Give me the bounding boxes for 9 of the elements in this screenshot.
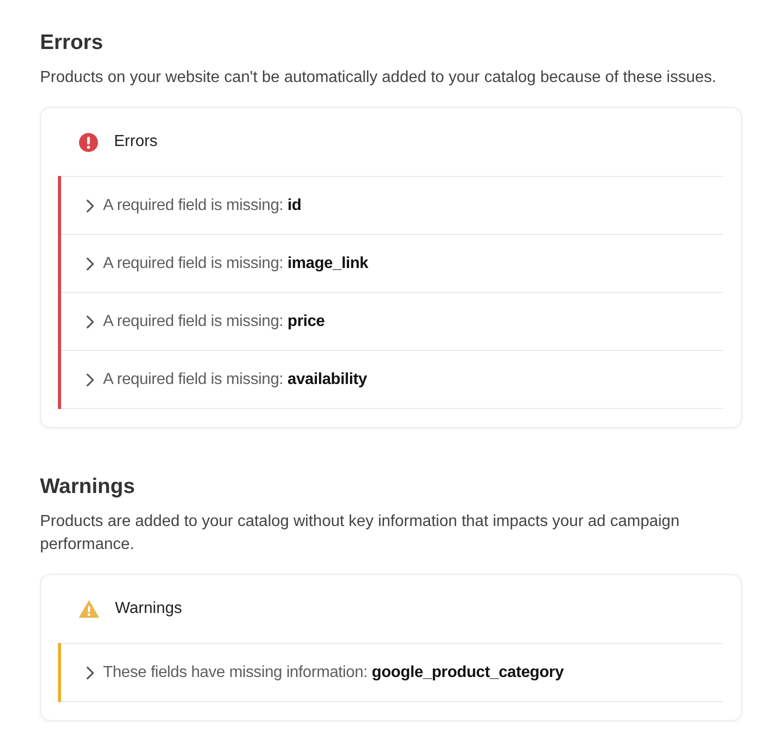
error-icon — [79, 132, 98, 152]
card-header-title: Errors — [114, 132, 158, 152]
section-description: Products are added to your catalog without key information that impacts your ad campaign performance. — [40, 512, 680, 555]
section-title: Errors — [40, 30, 104, 56]
card-header-title: Warnings — [115, 599, 182, 619]
warning-icon — [79, 600, 99, 618]
section-description: Products on your website can't be automatically added to your catalog because of these issues. — [40, 68, 718, 88]
severity-bar — [58, 643, 61, 702]
section-title: Warnings — [40, 474, 136, 500]
